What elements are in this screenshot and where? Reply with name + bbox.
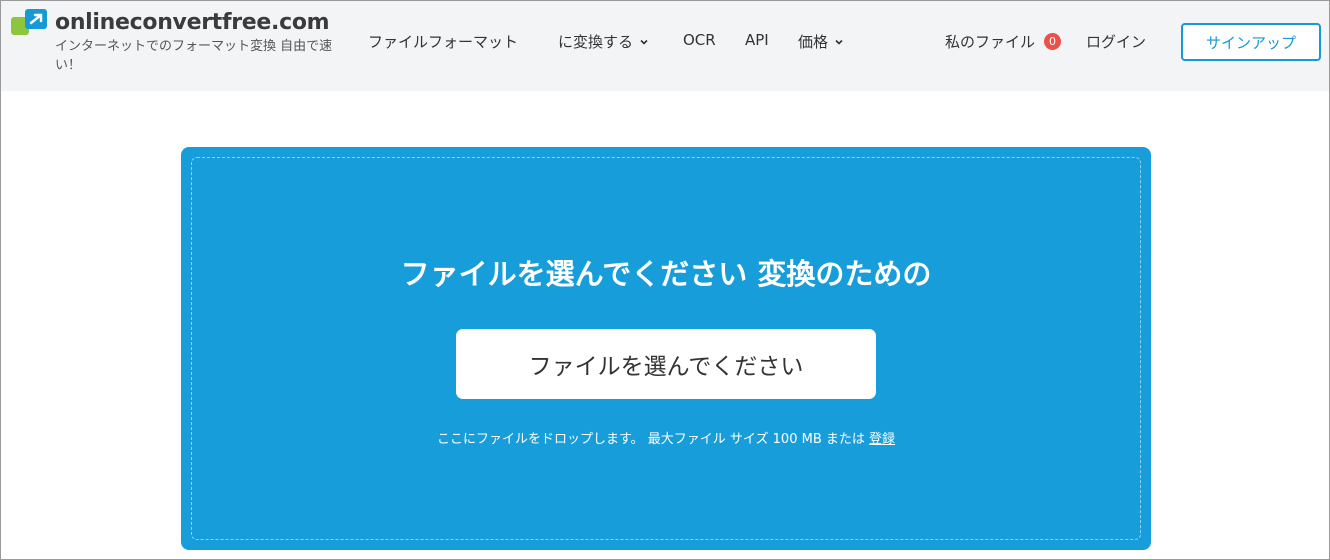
nav-pricing[interactable]: 価格 [798, 31, 844, 52]
hint-text: ここにファイルをドロップします。 最大ファイル サイズ 100 MB または [436, 432, 870, 447]
nav-convert-to[interactable]: に変換する [558, 31, 649, 52]
login-link[interactable]: ログイン [1086, 31, 1146, 52]
nav-label: に変換する [558, 33, 634, 51]
my-files-link[interactable]: 私のファイル 0 [945, 31, 1062, 52]
chevron-down-icon [835, 39, 843, 45]
upload-dropzone[interactable]: ファイルを選んでください 変換のための ファイルを選んでください ここにファイル… [181, 147, 1151, 550]
logo-text[interactable]: onlineconvertfree.com [55, 10, 330, 35]
nav-api[interactable]: API [745, 31, 769, 49]
nav-file-formats[interactable]: ファイルフォーマット [368, 31, 518, 52]
nav-label: OCR [683, 31, 716, 49]
my-files-label: 私のファイル [945, 33, 1036, 51]
login-label: ログイン [1086, 33, 1147, 51]
choose-file-button[interactable]: ファイルを選んでください [456, 329, 876, 399]
file-count-badge: 0 [1044, 33, 1062, 50]
chevron-down-icon [640, 39, 648, 45]
nav-label: API [745, 31, 769, 49]
upload-hint: ここにファイルをドロップします。 最大ファイル サイズ 100 MB または 登… [181, 428, 1151, 447]
nav-label: ファイルフォーマット [368, 33, 519, 51]
tagline: インターネットでのフォーマット変換 自由で速い！ [55, 39, 333, 73]
nav-label: 価格 [798, 33, 829, 51]
site-header: onlineconvertfree.com インターネットでのフォーマット変換 … [1, 1, 1329, 91]
nav-ocr[interactable]: OCR [683, 31, 716, 49]
upload-title: ファイルを選んでください 変換のための [400, 257, 932, 291]
logo-icon[interactable] [11, 9, 47, 37]
signup-button[interactable]: サインアップ [1181, 23, 1321, 61]
register-link[interactable]: 登録 [869, 432, 895, 447]
